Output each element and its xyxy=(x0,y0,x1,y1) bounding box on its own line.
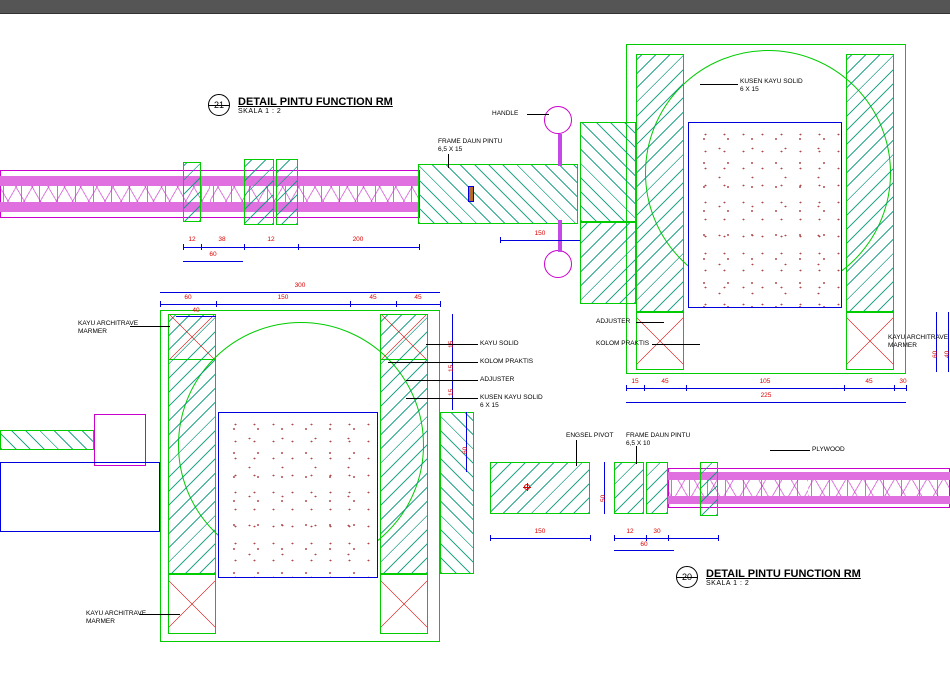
br-frame-a xyxy=(614,462,644,514)
label-kayu-solid: KAYU SOLID xyxy=(480,340,519,347)
label-archi-ur2: MARMER xyxy=(888,342,917,349)
detail-21-title: DETAIL PINTU FUNCTION RM xyxy=(238,96,393,108)
label-frame-daun: FRAME DAUN PINTU xyxy=(438,138,502,145)
label-kolom-ur: KOLOM PRAKTIS xyxy=(596,340,649,347)
callout-bubble-21: 21 xyxy=(208,94,230,116)
label-frame-daun-size: 6,5 X 15 xyxy=(438,146,462,153)
frame-block-b xyxy=(276,159,298,225)
br-chev-b xyxy=(808,480,950,496)
label-archi-bl2: MARMER xyxy=(78,328,107,335)
bl-x-c xyxy=(168,314,216,360)
cad-canvas[interactable]: 21 DETAIL PINTU FUNCTION RM SKALA 1 : 2 … xyxy=(0,14,950,680)
label-archi-bl-bot: KAYU ARCHITRAVE xyxy=(86,610,146,617)
br-frame-b xyxy=(646,462,668,514)
ur-left-ext-2 xyxy=(580,222,636,304)
label-kolom-bl: KOLOM PRAKTIS xyxy=(480,358,533,365)
frame-block-a xyxy=(244,159,274,225)
label-archi-ur: KAYU ARCHITRAVE xyxy=(888,334,948,341)
label-adjuster-ur: ADJUSTER xyxy=(596,318,630,325)
label-handle: HANDLE xyxy=(492,110,518,117)
detail-20-title: DETAIL PINTU FUNCTION RM xyxy=(706,568,861,580)
label-kusen-ur: KUSEN KAYU SOLID xyxy=(740,78,803,85)
bl-door-jamb xyxy=(490,462,590,514)
detail-title-21: 21 DETAIL PINTU FUNCTION RM SKALA 1 : 2 xyxy=(208,94,393,116)
label-frame-daun-br: FRAME DAUN PINTU xyxy=(626,432,690,439)
wall-top-face xyxy=(0,176,418,186)
br-architrave-blk xyxy=(700,462,718,516)
label-kusen-bl: KUSEN KAYU SOLID xyxy=(480,394,543,401)
bl-right-ext xyxy=(440,412,474,574)
ur-left-ext-1 xyxy=(580,122,636,222)
wall-bot-face xyxy=(0,202,418,212)
bl-left-wall xyxy=(0,462,160,532)
detail-title-20: 20 DETAIL PINTU FUNCTION RM SKALA 1 : 2 xyxy=(676,566,861,588)
label-adjuster-bl: ADJUSTER xyxy=(480,376,514,383)
detail-21-scale: SKALA 1 : 2 xyxy=(238,108,393,115)
bl-x-b xyxy=(380,574,428,634)
ur-kolom-praktis xyxy=(688,122,842,308)
pivot-symbol xyxy=(524,484,530,490)
handle-stem-bot xyxy=(558,220,562,252)
bl-marmer-block xyxy=(94,414,146,466)
door-leaf-block xyxy=(418,164,578,224)
wall-core-chev-b xyxy=(210,186,420,202)
handle-bottom xyxy=(544,250,572,278)
br-chev-a xyxy=(668,480,808,496)
handle-top xyxy=(544,106,572,134)
detail-20-scale: SKALA 1 : 2 xyxy=(706,580,861,587)
ur-kusen-left xyxy=(636,54,684,312)
architrave-left-a xyxy=(183,162,201,222)
bl-x-d xyxy=(380,314,428,360)
app-titlebar xyxy=(0,0,950,14)
ur-x-b xyxy=(846,312,894,370)
handle-stem-top xyxy=(558,134,562,166)
label-kusen-size-ur: 6 X 15 xyxy=(740,86,759,93)
callout-bubble-20: 20 xyxy=(676,566,698,588)
dimline-a xyxy=(183,247,419,248)
ur-kusen-right xyxy=(846,54,894,312)
label-plywood: PLYWOOD xyxy=(812,446,845,453)
wall-core-chev-a xyxy=(0,186,210,202)
bl-kolom xyxy=(218,412,378,578)
label-kusen-size-bl: 6 X 15 xyxy=(480,402,499,409)
door-core-strip xyxy=(468,186,474,202)
bl-left-strip-top xyxy=(0,430,94,450)
label-archi-bl-bot2: MARMER xyxy=(86,618,115,625)
label-frame-daun-br-size: 6,5 X 10 xyxy=(626,440,650,447)
bl-x-a xyxy=(168,574,216,634)
label-engsel: ENGSEL PIVOT xyxy=(566,432,613,439)
